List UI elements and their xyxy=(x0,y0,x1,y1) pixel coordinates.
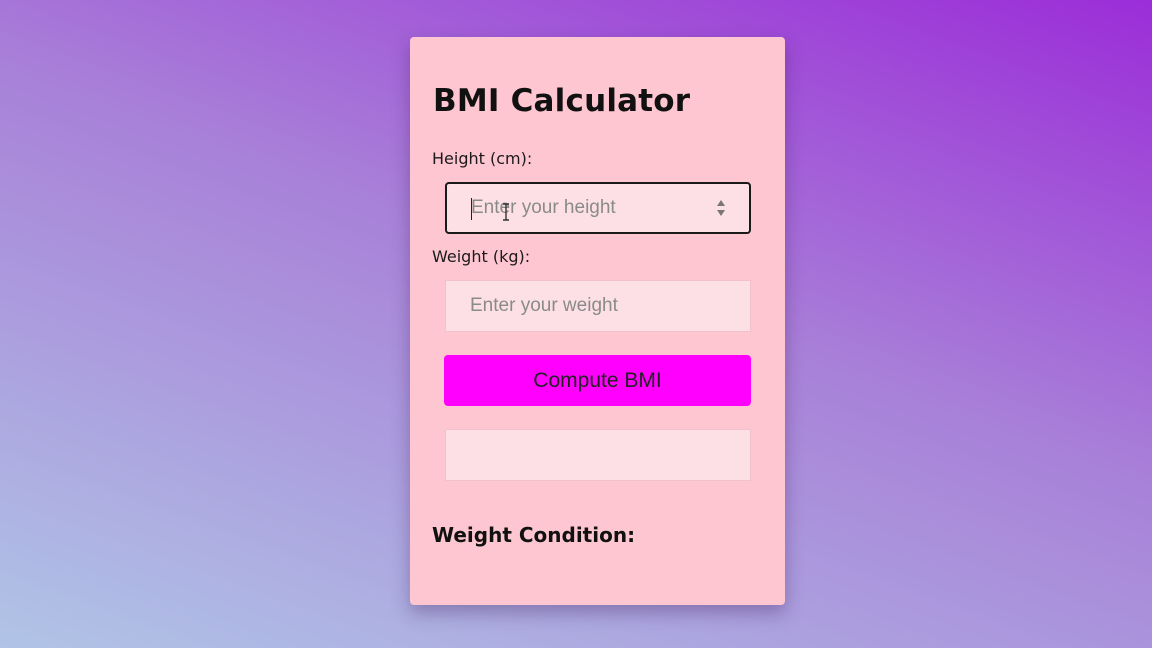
number-spinner-icon[interactable] xyxy=(715,196,727,220)
height-placeholder: Enter your height xyxy=(471,197,616,218)
weight-condition-label: Weight Condition: xyxy=(432,523,636,547)
weight-label: Weight (kg): xyxy=(432,247,531,266)
compute-bmi-button[interactable]: Compute BMI xyxy=(444,355,751,406)
page-title: BMI Calculator xyxy=(433,83,691,119)
weight-placeholder: Enter your weight xyxy=(470,295,618,316)
text-caret xyxy=(471,198,472,220)
height-input[interactable]: Enter your height xyxy=(445,182,751,234)
bmi-result-field xyxy=(445,429,751,481)
height-label: Height (cm): xyxy=(432,149,533,168)
text-cursor-icon xyxy=(503,203,509,221)
weight-input[interactable]: Enter your weight xyxy=(445,280,751,332)
bmi-card: BMI Calculator Height (cm): Enter your h… xyxy=(410,37,785,605)
